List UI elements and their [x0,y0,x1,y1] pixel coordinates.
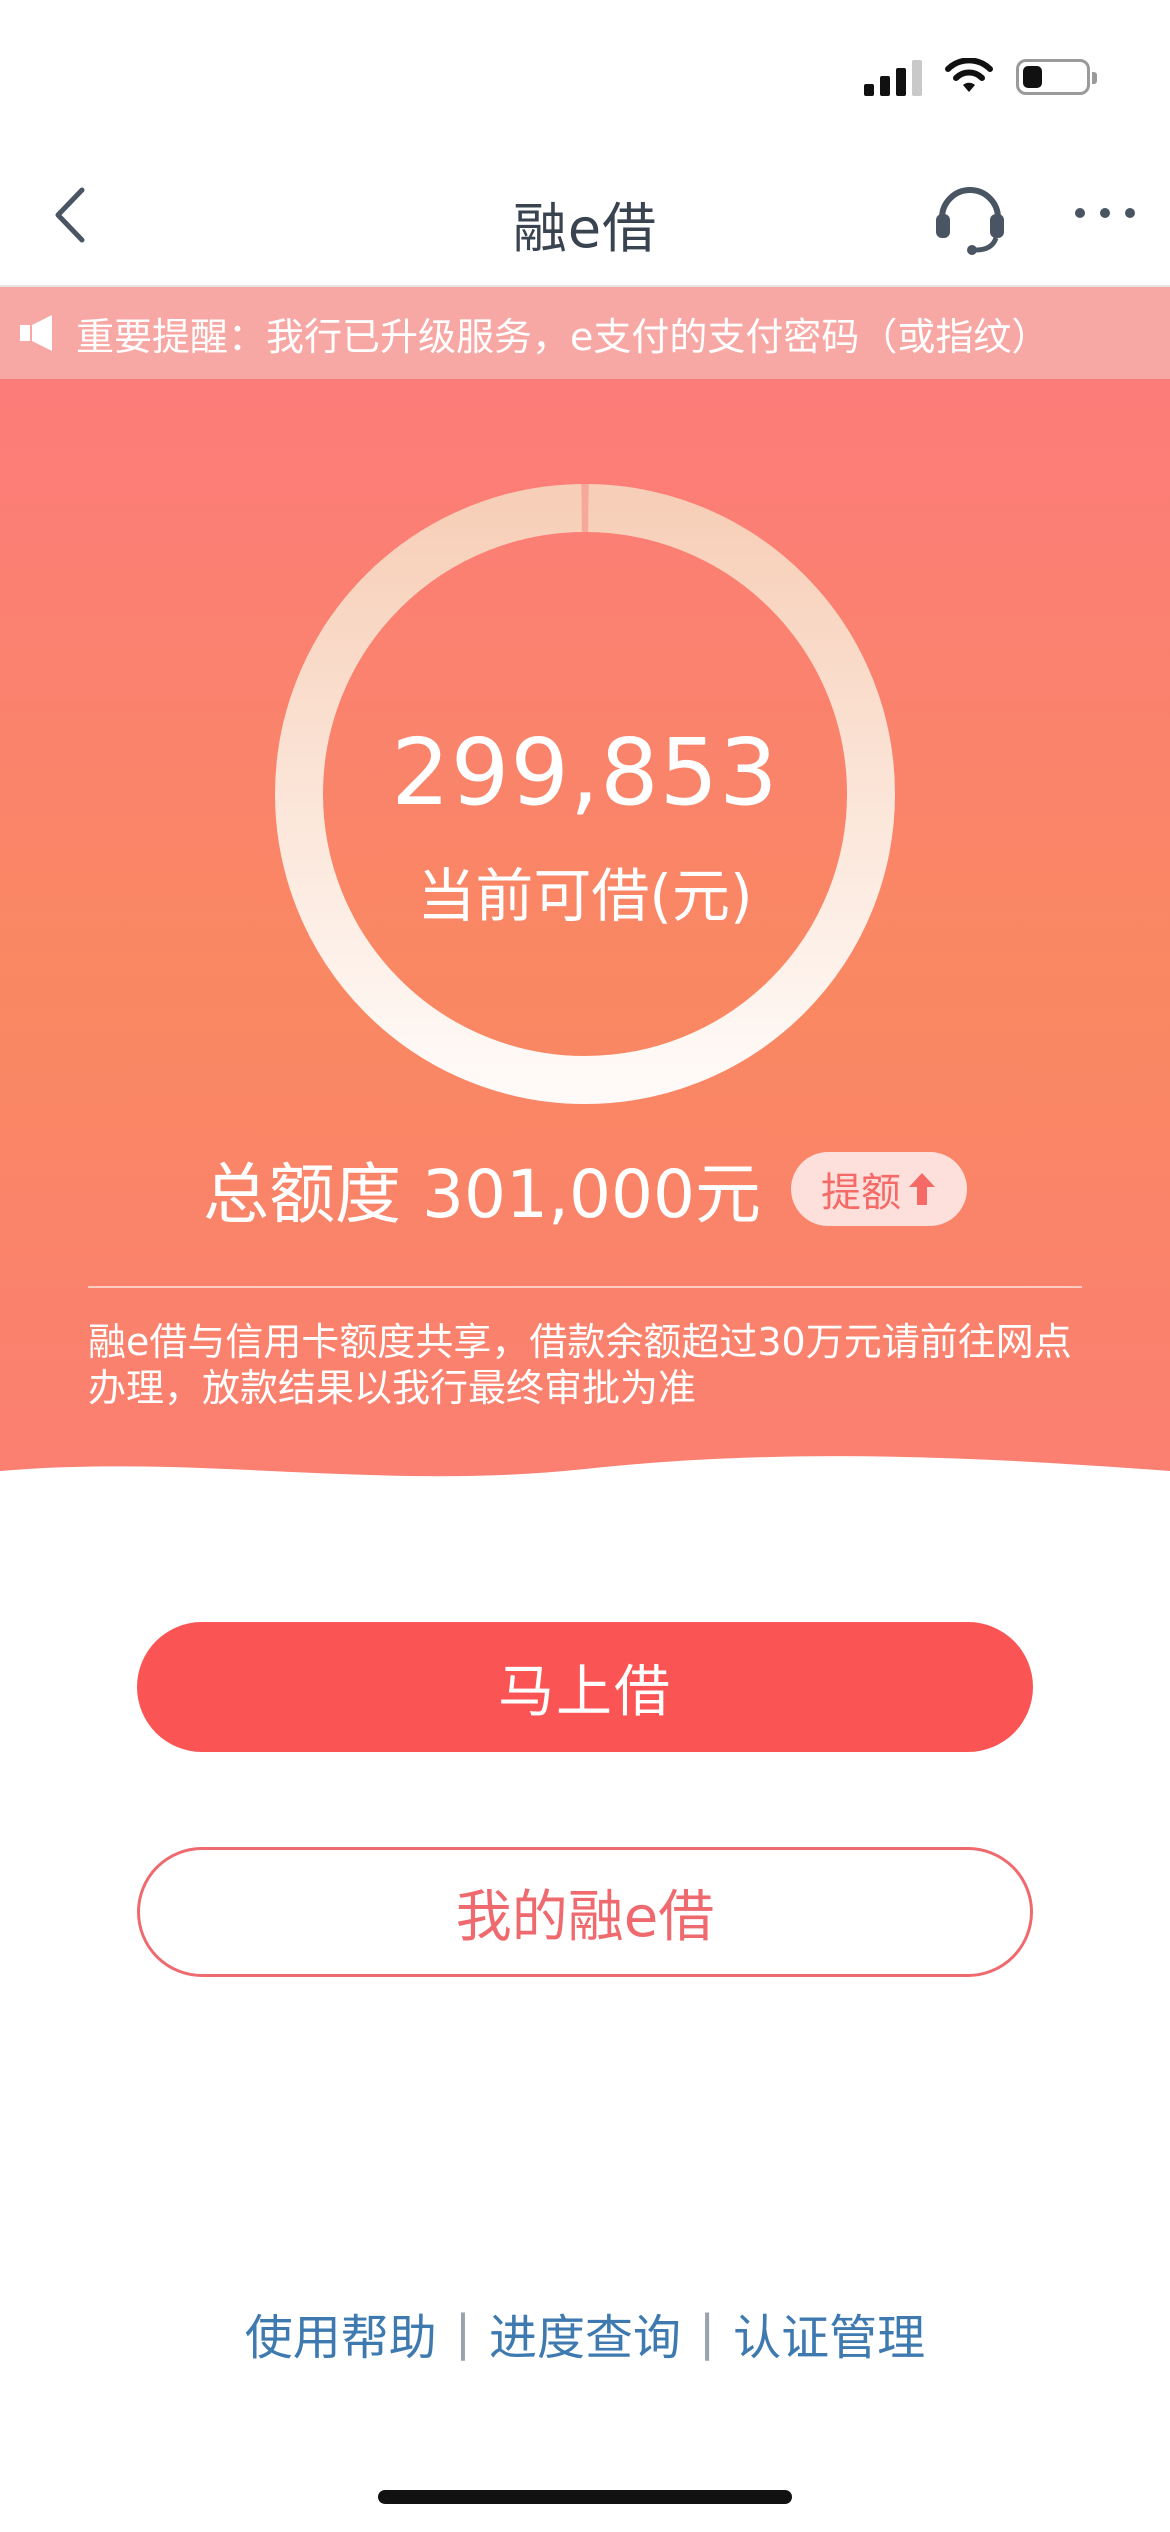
footer-links: 使用帮助 | 进度查询 | 认证管理 [0,2298,1170,2368]
notice-text: 重要提醒：我行已升级服务，e支付的支付密码（或指纹） [76,314,1050,359]
headset-icon[interactable] [930,172,1010,257]
speaker-icon [20,315,52,351]
signal-icon [864,58,922,96]
borrow-now-button[interactable]: 马上借 [137,1622,1033,1752]
available-label: 当前可借(元) [417,862,753,930]
wave-divider [0,1456,1170,1509]
raise-limit-label: 提额 [820,1170,901,1216]
more-dots-icon[interactable] [1070,188,1140,238]
total-limit-text: 总额度 301,000元 [203,1156,761,1233]
help-link[interactable]: 使用帮助 [245,2298,437,2368]
total-limit-row: 总额度 301,000元 提额 [0,1149,1170,1233]
arrow-up-icon [908,1173,935,1205]
my-loan-button[interactable]: 我的融e借 [137,1847,1033,1977]
available-amount: 299,853 [391,719,779,826]
credit-hero: 299,853 当前可借(元) 总额度 301,000元 提额 融e借与信用卡额… [0,379,1170,1509]
raise-limit-button[interactable]: 提额 [790,1152,967,1226]
link-separator: | [699,2305,716,2361]
wifi-icon [945,58,993,92]
status-bar [0,0,1170,150]
notice-banner[interactable]: 重要提醒：我行已升级服务，e支付的支付密码（或指纹） [0,287,1170,379]
divider [88,1286,1082,1288]
home-indicator [378,2490,792,2504]
progress-query-link[interactable]: 进度查询 [489,2298,681,2368]
battery-level [1023,66,1042,88]
limit-note: 融e借与信用卡额度共享，借款余额超过30万元请前往网点办理，放款结果以我行最终审… [88,1320,1072,1410]
auth-management-link[interactable]: 认证管理 [733,2298,925,2368]
battery-icon [1016,59,1097,95]
nav-bar: 融e借 [0,150,1170,287]
status-icons [864,52,1097,102]
link-separator: | [454,2305,471,2361]
